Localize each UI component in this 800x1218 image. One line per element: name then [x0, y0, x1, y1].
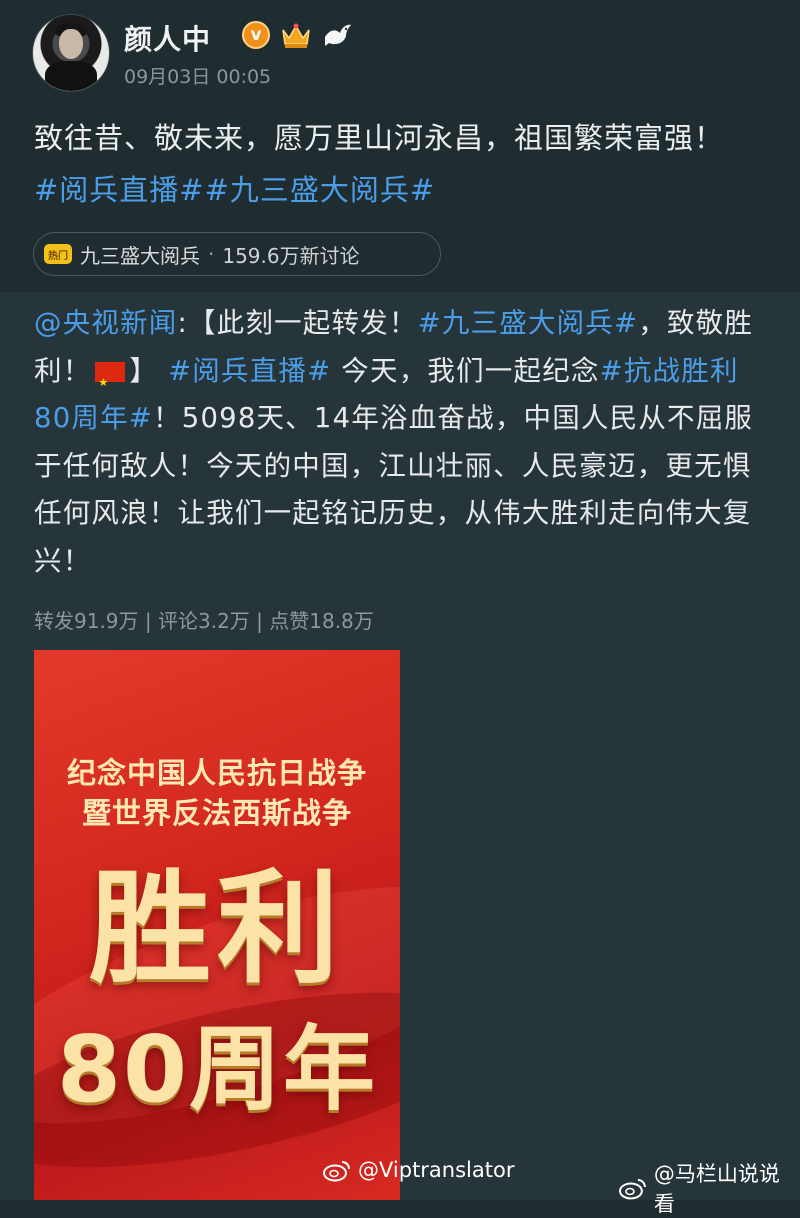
watermark: @马栏山说说看: [618, 1158, 800, 1218]
topic-pill[interactable]: 热门 九三盛大阅兵 · 159.6万新讨论: [33, 232, 441, 276]
hashtag-link[interactable]: #阅兵直播#: [168, 355, 331, 387]
retweet-segment: 】: [129, 354, 159, 387]
weibo-icon: [618, 1179, 646, 1200]
verified-icon[interactable]: v: [242, 21, 270, 49]
username[interactable]: 颜人中: [124, 18, 211, 58]
dove-icon[interactable]: [322, 21, 354, 49]
hashtag-link[interactable]: #阅兵直播#: [34, 173, 205, 207]
topic-discussion-count: 159.6万新讨论: [222, 243, 360, 268]
watermark-text: @Viptranslator: [358, 1158, 515, 1182]
poster-title-victory: 胜利: [89, 858, 345, 1000]
post-text: 致往昔、敬未来，愿万里山河永昌，祖国繁荣富强！ #阅兵直播##九三盛大阅兵#: [34, 112, 754, 216]
post-header: 颜人中 v 09月03日 00:05: [32, 10, 772, 94]
china-flag-icon: [95, 359, 126, 406]
poster-heading-line2: 暨世界反法西斯战争: [81, 796, 352, 830]
retweet-segment: 【此刻一起转发！: [187, 307, 418, 339]
post-body: 致往昔、敬未来，愿万里山河永昌，祖国繁荣富强！: [34, 121, 725, 155]
retweet-colon: :: [177, 307, 188, 339]
retweet-stats[interactable]: 转发91.9万 | 评论3.2万 | 点赞18.8万: [34, 605, 374, 634]
retweet-segment: 今天，我们一起纪念: [331, 354, 600, 387]
mention-link[interactable]: @央视新闻: [34, 307, 178, 339]
avatar[interactable]: [32, 14, 110, 92]
poster-title-anniversary: 80周年: [56, 1016, 378, 1123]
topic-label: 九三盛大阅兵: [80, 243, 200, 268]
victory-anniversary-poster[interactable]: 纪念中国人民抗日战争 暨世界反法西斯战争 胜利 80周年: [34, 650, 400, 1200]
crown-icon[interactable]: [280, 20, 312, 50]
weibo-icon: [323, 1161, 350, 1182]
trending-icon: 热门: [44, 244, 72, 264]
hashtag-link[interactable]: #九三盛大阅兵#: [418, 307, 639, 339]
post-timestamp: 09月03日 00:05: [124, 66, 272, 88]
watermark-text: @马栏山说说看: [653, 1162, 780, 1216]
hashtag-link[interactable]: #九三盛大阅兵#: [205, 173, 436, 207]
retweet-card[interactable]: @央视新闻:【此刻一起转发！#九三盛大阅兵#，致敬胜利！】 #阅兵直播# 今天，…: [0, 292, 800, 1200]
poster-heading-line1: 纪念中国人民抗日战争: [66, 756, 367, 790]
retweet-text: @央视新闻:【此刻一起转发！#九三盛大阅兵#，致敬胜利！】 #阅兵直播# 今天，…: [34, 300, 774, 585]
watermark: @Viptranslator: [322, 1158, 514, 1182]
badge-group: v: [242, 20, 354, 50]
topic-separator: ·: [208, 242, 215, 266]
